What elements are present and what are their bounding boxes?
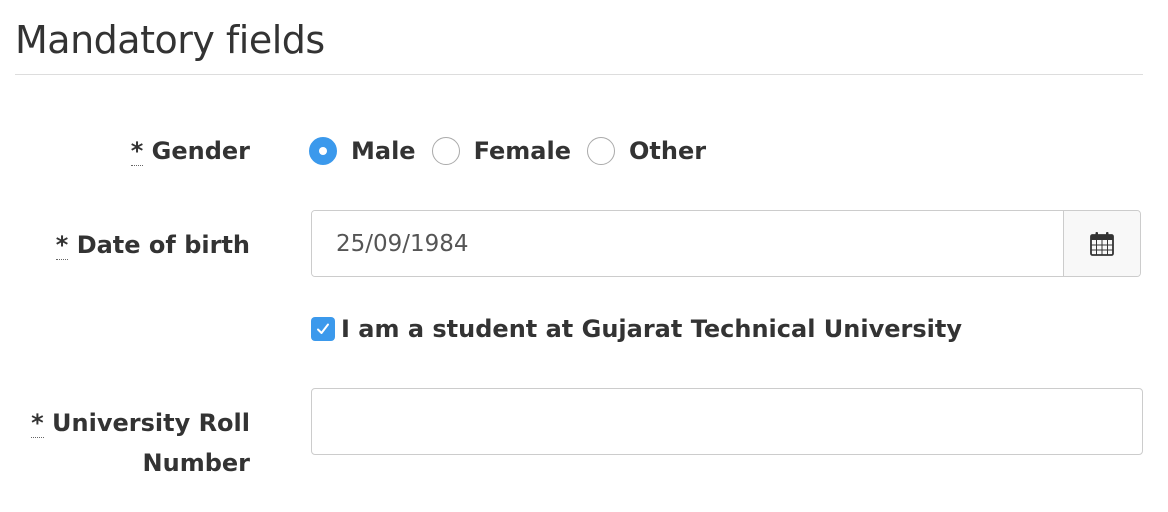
roll-number-input[interactable] [311, 388, 1143, 455]
student-checkbox-label: I am a student at Gujarat Technical Univ… [341, 315, 962, 343]
required-marker: * [55, 231, 69, 260]
section-divider [15, 74, 1143, 75]
mandatory-fields-form: Mandatory fields * Gender Male Female Ot… [0, 0, 1168, 512]
gender-option-female[interactable]: Female [431, 137, 571, 165]
section-title: Mandatory fields [15, 18, 325, 62]
dob-label-text: Date of birth [76, 231, 250, 259]
student-checkbox[interactable] [311, 317, 335, 341]
required-marker: * [130, 137, 144, 166]
dob-label: * Date of birth [55, 225, 250, 265]
radio-other[interactable] [587, 137, 615, 165]
calendar-button[interactable] [1063, 211, 1140, 276]
gender-radio-group: Male Female Other [309, 132, 722, 170]
gender-label-text: Gender [151, 137, 250, 165]
student-checkbox-row[interactable]: I am a student at Gujarat Technical Univ… [311, 311, 962, 347]
radio-female[interactable] [431, 137, 460, 165]
roll-number-label-text1: University Roll [52, 409, 250, 437]
gender-label: * Gender [130, 131, 250, 171]
roll-number-label-text2: Number [142, 449, 250, 477]
radio-male-label: Male [351, 137, 416, 165]
gender-option-other[interactable]: Other [587, 137, 706, 165]
dob-input-group [311, 210, 1141, 277]
checkmark-icon [317, 323, 329, 334]
gender-option-male[interactable]: Male [309, 137, 416, 165]
calendar-icon [1090, 231, 1114, 256]
dob-input[interactable] [312, 211, 1063, 276]
roll-number-label-line1: * University Roll [20, 403, 250, 443]
radio-male[interactable] [309, 137, 337, 165]
radio-other-label: Other [629, 137, 707, 165]
roll-number-label: * University Roll Number [20, 403, 250, 483]
radio-female-label: Female [473, 137, 571, 165]
required-marker: * [31, 409, 44, 438]
